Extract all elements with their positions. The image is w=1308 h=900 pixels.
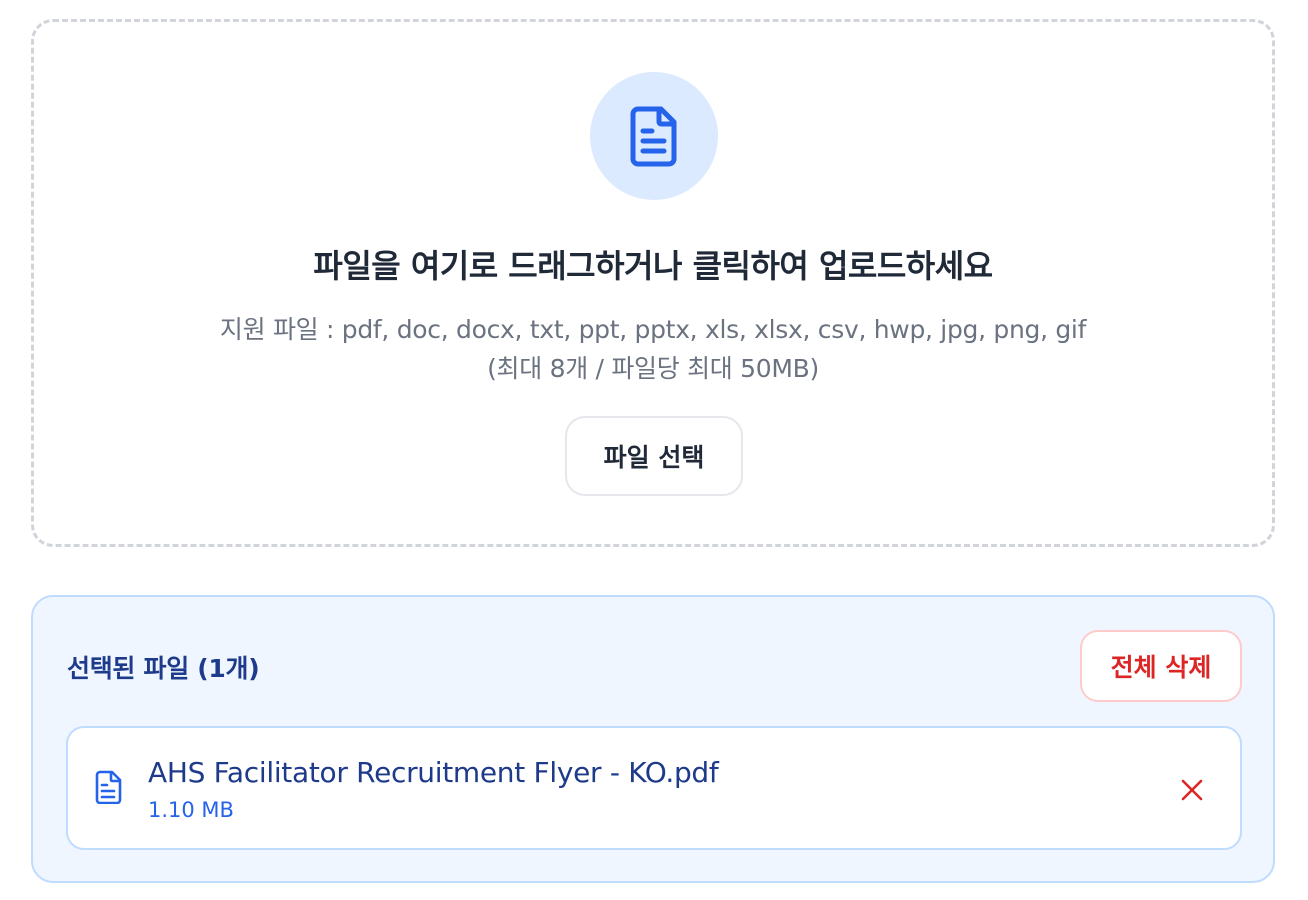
- document-icon: [95, 770, 122, 804]
- file-name: AHS Facilitator Recruitment Flyer - KO.p…: [148, 756, 719, 789]
- file-dropzone[interactable]: 파일을 여기로 드래그하거나 클릭하여 업로드하세요 지원 파일 : pdf, …: [31, 19, 1275, 547]
- file-size: 1.10 MB: [148, 798, 234, 822]
- upload-icon-circle: [590, 72, 718, 200]
- clear-all-button[interactable]: 전체 삭제: [1080, 630, 1242, 702]
- remove-file-button[interactable]: [1174, 772, 1210, 808]
- selected-files-panel: 선택된 파일 (1개) 전체 삭제 AHS Facilitator Recrui…: [31, 595, 1275, 883]
- select-file-button[interactable]: 파일 선택: [565, 416, 743, 496]
- document-icon: [630, 106, 677, 167]
- supported-file-types: 지원 파일 : pdf, doc, docx, txt, ppt, pptx, …: [219, 315, 1087, 344]
- close-icon: [1181, 779, 1203, 801]
- selected-files-title: 선택된 파일 (1개): [67, 654, 260, 683]
- upload-limits: (최대 8개 / 파일당 최대 50MB): [487, 354, 819, 383]
- dropzone-title: 파일을 여기로 드래그하거나 클릭하여 업로드하세요: [313, 247, 993, 285]
- file-list-item: AHS Facilitator Recruitment Flyer - KO.p…: [66, 726, 1242, 850]
